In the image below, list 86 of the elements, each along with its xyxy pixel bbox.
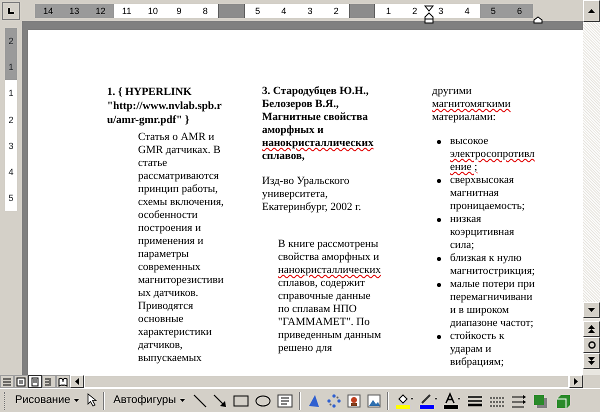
line-style-icon[interactable] — [467, 394, 483, 408]
text-box-icon[interactable] — [277, 394, 293, 408]
ruler-number: 2 — [323, 4, 350, 18]
ruler-number: 2 — [402, 4, 428, 18]
reference-heading: 1. { HYPERLINK "http://www.nvlab.spb.r u/amr-gmr.pdf" } — [107, 85, 223, 127]
right-arrow-icon — [574, 378, 578, 385]
caret-icon — [180, 399, 185, 402]
left-arrow-icon — [75, 378, 79, 385]
reference-heading: 3. Стародубцев Ю.Н., Белозеров В.Я., Магнитные свойства аморфных и нанокристаллических сплавов, — [262, 85, 374, 163]
paragraph-text: другими магнитомягкими материалами: — [432, 85, 512, 124]
paragraph-text: близкая к нулю магнитострикция; — [450, 252, 535, 278]
paragraph-text: Изд-во Уральского университета, Екатеринбург, 2002 г. — [262, 175, 362, 214]
paragraph-text: Статья о AMR и GMR датчиках. В статье рассматриваются принцип работы, схемы включения, особенности построения и применения и параметры современных магниторезистиви ых датчиков. Приводятся основные характеристики датчиков, выпускаемых — [138, 131, 225, 365]
ruler-number: 3 — [296, 4, 324, 18]
circle-icon — [588, 341, 596, 349]
ruler-number: 11 — [114, 4, 140, 18]
autoshapes-menu[interactable]: Автофигуры — [111, 392, 187, 409]
print-layout-icon[interactable] — [30, 376, 40, 386]
rectangle-icon[interactable] — [233, 394, 249, 408]
web-layout-icon[interactable] — [16, 376, 26, 386]
right-indent-icon[interactable] — [533, 16, 543, 24]
paragraph-text: В книге рассмотрены свойства аморфных и нанокристаллических сплавов, содержит справочные данные по сплавам НПО "ГАММАМЕТ". По приведенным данным решено для — [278, 238, 382, 355]
bullet-icon — [437, 283, 441, 287]
shadow-icon[interactable] — [533, 394, 549, 408]
arrow-style-icon[interactable] — [511, 394, 527, 408]
oval-icon[interactable] — [255, 394, 271, 408]
fill-color-icon[interactable] — [395, 392, 413, 410]
normal-view-icon[interactable] — [2, 376, 12, 386]
bullet-icon — [437, 218, 441, 222]
bullet-icon — [437, 257, 441, 261]
browse-object-button[interactable] — [583, 337, 600, 353]
next-page-button[interactable] — [583, 353, 600, 369]
arrow-icon[interactable] — [213, 394, 227, 408]
paragraph-text: высокое электросопротивл ение ; — [450, 135, 535, 174]
ruler-number: 8 — [192, 4, 218, 18]
ruler-number: 6 — [506, 4, 533, 18]
ruler-number: 13 — [61, 4, 88, 18]
ruler-number: 5 — [480, 4, 506, 18]
left-tab-icon — [7, 7, 15, 15]
ruler-number: 3 — [5, 132, 17, 159]
up-arrow-icon — [588, 9, 595, 13]
previous-page-button[interactable] — [583, 321, 600, 337]
double-up-arrow-icon — [588, 325, 595, 333]
paragraph-text: стойкость к ударам и вибрациям; — [450, 330, 504, 369]
bullet-icon — [437, 179, 441, 183]
line-color-icon[interactable] — [419, 392, 437, 410]
down-arrow-icon — [588, 308, 595, 312]
diagram-icon[interactable] — [327, 394, 341, 408]
ruler-number: 10 — [140, 4, 166, 18]
ruler-number: 4 — [270, 4, 297, 18]
ruler-number: 1 — [375, 4, 402, 18]
ruler-number: 14 — [35, 4, 62, 18]
tab-stop-button[interactable] — [2, 2, 20, 20]
reading-view-icon[interactable] — [58, 376, 68, 386]
scroll-right-button[interactable] — [569, 375, 583, 388]
ruler-number: 1 — [5, 54, 17, 80]
line-icon[interactable] — [193, 394, 207, 408]
bullet-icon — [437, 335, 441, 339]
paragraph-text: сверхвысокая магнитная проницаемость; — [450, 174, 525, 213]
caret-icon — [74, 399, 80, 402]
ruler-margin — [218, 4, 244, 18]
picture-icon[interactable] — [367, 394, 381, 408]
ruler-number: 4 — [5, 158, 17, 186]
three-d-icon[interactable] — [555, 394, 571, 408]
draw-menu[interactable]: Рисование — [13, 392, 82, 409]
ruler-margin — [349, 4, 376, 18]
ruler-number: 5 — [5, 185, 17, 212]
pointer-icon[interactable] — [87, 393, 98, 408]
scroll-down-button[interactable] — [583, 302, 600, 318]
ruler-number: 2 — [5, 28, 17, 54]
ruler-number: 5 — [244, 4, 271, 18]
ruler-number: 1 — [5, 80, 17, 107]
ruler-number: 2 — [5, 106, 17, 133]
scroll-up-button[interactable] — [583, 0, 600, 22]
paragraph-text: малые потери при перемагничивани и в широком диапазоне частот; — [450, 278, 535, 330]
clip-art-icon[interactable] — [347, 394, 361, 408]
paragraph-text: низкая коэрцитивная сила; — [450, 213, 514, 252]
ruler-number: 12 — [87, 4, 114, 18]
font-color-icon[interactable] — [443, 392, 461, 410]
wordart-icon[interactable] — [307, 394, 321, 408]
scroll-left-button[interactable] — [70, 375, 84, 388]
first-line-indent-icon[interactable] — [424, 4, 434, 12]
ruler-number: 4 — [454, 4, 480, 18]
bullet-icon — [437, 140, 441, 144]
ruler-number: 9 — [166, 4, 192, 18]
double-down-arrow-icon — [588, 357, 595, 365]
